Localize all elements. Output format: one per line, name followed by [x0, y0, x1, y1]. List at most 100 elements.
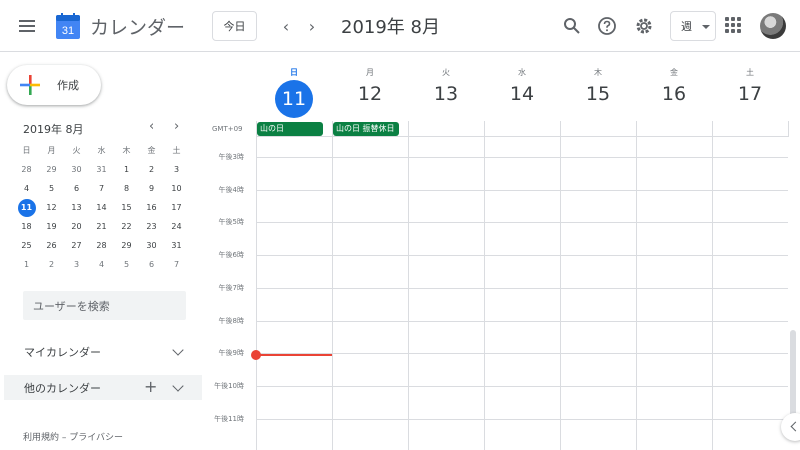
mini-day[interactable]: 19 [39, 217, 64, 236]
apps-grid-icon[interactable] [725, 17, 741, 33]
add-calendar-icon[interactable]: + [144, 377, 157, 396]
mini-day[interactable]: 11 [14, 198, 39, 217]
search-icon[interactable] [560, 14, 584, 38]
day-column-divider [332, 121, 333, 137]
previous-week-icon[interactable]: ‹ [274, 14, 298, 38]
current-time-dot [251, 350, 261, 360]
day-column-divider [484, 121, 485, 137]
mini-day[interactable]: 18 [14, 217, 39, 236]
day-header[interactable]: 金 16 [636, 52, 712, 122]
my-calendars-section[interactable]: マイカレンダー [4, 339, 202, 364]
mini-day[interactable]: 13 [64, 198, 89, 217]
mini-day[interactable]: 2 [139, 160, 164, 179]
mini-day[interactable]: 24 [164, 217, 189, 236]
mini-day[interactable]: 22 [114, 217, 139, 236]
mini-day[interactable]: 30 [139, 236, 164, 255]
mini-day[interactable]: 9 [139, 179, 164, 198]
mini-week-row: 18 19 20 21 22 23 24 [14, 217, 190, 236]
day-header[interactable]: 火 13 [408, 52, 484, 122]
mini-week-row: 25 26 27 28 29 30 31 [14, 236, 190, 255]
day-header[interactable]: 月 12 [332, 52, 408, 122]
current-month-title: 2019年 8月 [341, 17, 440, 38]
day-header-date[interactable]: 11 [275, 80, 313, 118]
svg-text:31: 31 [62, 25, 74, 37]
my-calendars-label: マイカレンダー [24, 345, 101, 359]
mini-weekday: 土 [172, 146, 181, 155]
day-header-date[interactable]: 13 [408, 83, 484, 105]
chevron-left-icon [790, 421, 800, 432]
day-header[interactable]: 日 11 [256, 52, 332, 122]
day-header[interactable]: 水 14 [484, 52, 560, 122]
grid-scrollbar[interactable] [790, 330, 796, 420]
mini-day[interactable]: 6 [64, 179, 89, 198]
mini-prev-month-icon[interactable]: ‹ [149, 119, 154, 134]
create-event-button[interactable]: 作成 [7, 65, 101, 105]
today-button[interactable]: 今日 [212, 11, 257, 41]
all-day-event-chip[interactable]: 山の日 [257, 122, 323, 136]
day-header-date[interactable]: 16 [636, 83, 712, 105]
day-column-divider [788, 121, 789, 137]
mini-day[interactable]: 21 [89, 217, 114, 236]
chevron-down-icon[interactable] [172, 344, 184, 356]
account-avatar[interactable] [760, 13, 786, 39]
mini-day[interactable]: 31 [89, 160, 114, 179]
mini-day[interactable]: 28 [89, 236, 114, 255]
day-header[interactable]: 木 15 [560, 52, 636, 122]
mini-day[interactable]: 15 [114, 198, 139, 217]
day-header-weekday: 金 [670, 68, 678, 77]
help-icon[interactable] [595, 14, 619, 38]
day-header-date[interactable]: 15 [560, 83, 636, 105]
mini-day[interactable]: 2 [39, 255, 64, 274]
mini-day[interactable]: 6 [139, 255, 164, 274]
view-selector[interactable]: 週 [670, 11, 716, 41]
mini-day[interactable]: 4 [14, 179, 39, 198]
all-day-event-chip[interactable]: 山の日 振替休日 [333, 122, 399, 136]
mini-weekday: 月 [47, 146, 56, 155]
day-header-date[interactable]: 17 [712, 83, 788, 105]
next-week-icon[interactable]: › [300, 14, 324, 38]
mini-day[interactable]: 29 [114, 236, 139, 255]
mini-day[interactable]: 4 [89, 255, 114, 274]
footer-links[interactable]: 利用規約 – プライバシー [23, 430, 123, 443]
mini-next-month-icon[interactable]: › [174, 119, 179, 134]
mini-day[interactable]: 26 [39, 236, 64, 255]
day-column-divider [256, 137, 257, 450]
hour-gridline [256, 418, 788, 420]
chevron-down-icon[interactable] [172, 380, 184, 392]
mini-day[interactable]: 3 [64, 255, 89, 274]
mini-day[interactable]: 7 [164, 255, 189, 274]
week-day-headers: 日 11 月 12 火 13 水 14 木 15 金 16 土 17 [256, 52, 788, 122]
settings-gear-icon[interactable] [632, 14, 656, 38]
search-people-input[interactable]: ユーザーを検索 [23, 291, 186, 320]
mini-day[interactable]: 29 [39, 160, 64, 179]
main-menu-icon[interactable] [15, 14, 39, 38]
mini-day[interactable]: 10 [164, 179, 189, 198]
mini-day[interactable]: 7 [89, 179, 114, 198]
mini-day[interactable]: 27 [64, 236, 89, 255]
other-calendars-label: 他のカレンダー [24, 381, 101, 395]
mini-day[interactable]: 28 [14, 160, 39, 179]
mini-day[interactable]: 16 [139, 198, 164, 217]
mini-day[interactable]: 23 [139, 217, 164, 236]
mini-day[interactable]: 25 [14, 236, 39, 255]
mini-day[interactable]: 1 [14, 255, 39, 274]
mini-day[interactable]: 31 [164, 236, 189, 255]
other-calendars-section[interactable]: 他のカレンダー + [4, 375, 202, 400]
mini-day[interactable]: 5 [114, 255, 139, 274]
day-header-date[interactable]: 14 [484, 83, 560, 105]
mini-day[interactable]: 1 [114, 160, 139, 179]
mini-day[interactable]: 8 [114, 179, 139, 198]
plus-colored-icon [20, 75, 40, 95]
mini-day[interactable]: 3 [164, 160, 189, 179]
mini-day[interactable]: 30 [64, 160, 89, 179]
mini-day[interactable]: 5 [39, 179, 64, 198]
mini-day[interactable]: 17 [164, 198, 189, 217]
mini-day[interactable]: 14 [89, 198, 114, 217]
day-header-date[interactable]: 12 [332, 83, 408, 105]
mini-day[interactable]: 12 [39, 198, 64, 217]
mini-calendar-title: 2019年 8月 [23, 123, 84, 136]
mini-weekday: 金 [147, 146, 156, 155]
week-time-grid[interactable]: 午後3時 午後4時 午後5時 午後6時 午後7時 午後8時 午後9時 午後10時 午後11時 [204, 137, 788, 450]
mini-day[interactable]: 20 [64, 217, 89, 236]
day-header[interactable]: 土 17 [712, 52, 788, 122]
